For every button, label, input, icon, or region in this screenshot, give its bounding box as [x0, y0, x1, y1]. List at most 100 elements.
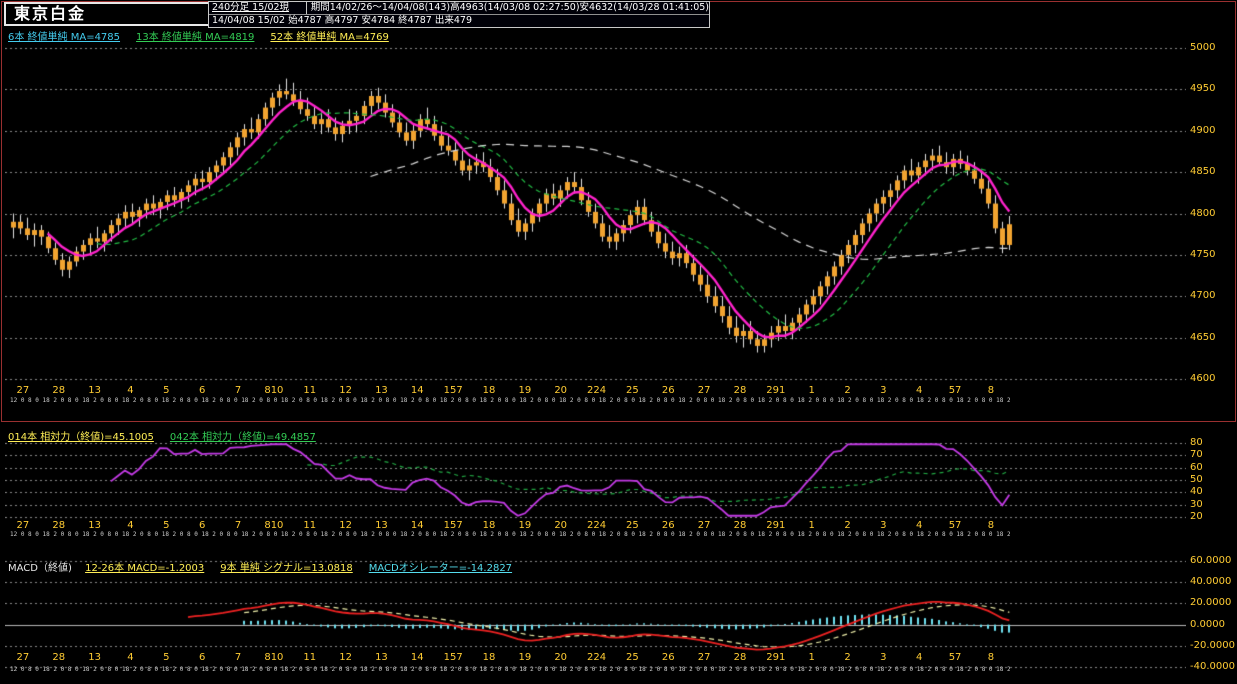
rsi-axis-label: 30 — [1190, 498, 1203, 510]
x-axis-label: 57 — [948, 520, 962, 531]
x-axis-label: 5 — [163, 520, 170, 531]
x-axis-label: 1 — [808, 520, 815, 531]
x-axis-label: 2 — [844, 385, 851, 396]
x-axis-label: 6 — [198, 520, 206, 531]
trading-chart-window: 東京白金 240分足 15/02現 期間14/02/26～14/04/08(14… — [0, 0, 1237, 684]
x-axis-label: 4 — [916, 385, 923, 396]
x-axis-label: 291 — [766, 520, 786, 531]
x-axis-label: 8 — [987, 520, 995, 531]
x-axis-label: 25 — [626, 385, 639, 396]
price-axis-label: 4600 — [1190, 373, 1216, 384]
price-axis-label: 4900 — [1190, 124, 1216, 136]
ma-legend: 6本 終値単純 MA=4785 13本 終値単純 MA=4819 52本 終値単純 … — [8, 28, 405, 43]
macd-header: MACD（終値) 12-26本 MACD=-1.2003 9本 単純 シグナル=1… — [8, 559, 528, 574]
rsi-axis-label: 80 — [1190, 437, 1203, 448]
x-axis-label: 26 — [661, 520, 675, 531]
legend-item: 014本 相対力（終値)=45.1005 — [8, 432, 154, 443]
x-axis-label: 13 — [375, 520, 388, 531]
rsi-canvas[interactable] — [5, 440, 1186, 520]
x-axis-label: 20 — [554, 520, 568, 531]
ohlc-quote-line: 14/04/08 15/02 始4787 高4797 安4784 終4787 出… — [209, 14, 709, 27]
x-axis-label: 20 — [554, 385, 568, 396]
legend-item: 9本 単純 シグナル=13.0818 — [220, 563, 353, 574]
price-axis-label: 4850 — [1190, 166, 1216, 178]
x-axis-label: 224 — [587, 520, 607, 531]
x-axis-label: 28 — [733, 385, 747, 396]
macd-title: MACD（終値) — [8, 563, 72, 574]
legend-item: 12-26本 MACD=-1.2003 — [85, 563, 205, 574]
rsi-axis-label: 50 — [1190, 474, 1203, 485]
price-axis-label: 4700 — [1190, 290, 1216, 302]
x-axis-label: 26 — [661, 385, 675, 396]
x-axis-label: 25 — [626, 520, 639, 531]
x-axis-label: 8 — [987, 385, 995, 396]
period-range-label: 期間14/02/26～14/04/08(143)高4963(14/03/08 0… — [310, 2, 709, 13]
legend-item: MACDオシレーター=-14.2827 — [368, 563, 513, 574]
x-axis-label: 12 — [339, 385, 352, 396]
instrument-title: 東京白金 — [4, 2, 212, 26]
rsi-axis-label: 20 — [1190, 511, 1203, 522]
candlestick-canvas[interactable] — [5, 44, 1186, 385]
macd-axis-label: 60.0000 — [1190, 555, 1232, 566]
x-axis-label: 12 — [339, 520, 352, 531]
x-axis-label: 157 — [443, 385, 463, 396]
x-axis-label: 27 — [697, 385, 711, 396]
x-axis-label: 810 — [264, 520, 284, 531]
x-axis-label: 18 — [482, 520, 496, 531]
x-axis-label: 4 — [127, 520, 134, 531]
legend-item: 042本 相対力（終値)=49.4857 — [169, 432, 316, 443]
x-axis-label: 5 — [163, 385, 170, 396]
x-axis-label: 13 — [88, 520, 101, 531]
x-axis-label: 157 — [443, 520, 463, 531]
x-axis-label: 2 — [844, 520, 851, 531]
macd-axis-label: 20.0000 — [1190, 597, 1232, 609]
info-row-period: 240分足 15/02現 期間14/02/26～14/04/08(143)高49… — [209, 2, 709, 14]
x-axis-label: 3 — [880, 520, 887, 531]
x-axis-label: 11 — [303, 385, 317, 396]
x-axis-label: 27 — [16, 520, 30, 531]
x-axis-label: 28 — [52, 385, 66, 396]
x-axis-label: 27 — [697, 520, 711, 531]
x-axis-label: 57 — [948, 385, 962, 396]
x-axis-label: 291 — [766, 385, 786, 396]
macd-axis-label: 0.0000 — [1190, 618, 1225, 630]
hour-axis-row: 12 0 8 0 18 2 0 8 0 18 2 0 8 0 18 2 0 8 … — [10, 531, 1010, 538]
x-axis-label: 28 — [733, 520, 747, 531]
x-axis-label: 4 — [916, 520, 923, 531]
macd-axis-label: -40.0000 — [1190, 661, 1235, 672]
timeframe-label: 240分足 15/02現 — [209, 2, 307, 14]
quote-info-box: 240分足 15/02現 期間14/02/26～14/04/08(143)高49… — [208, 1, 710, 28]
x-axis-label: 3 — [880, 385, 887, 396]
x-axis-label: 810 — [264, 385, 284, 396]
rsi-axis-label: 60 — [1190, 461, 1203, 473]
x-axis-label: 7 — [234, 385, 242, 396]
x-axis-label: 11 — [303, 520, 317, 531]
hour-axis-row: 12 0 8 0 18 2 0 8 0 18 2 0 8 0 18 2 0 8 … — [10, 397, 1010, 404]
macd-axis-label: -20.0000 — [1190, 639, 1235, 651]
rsi-header: 014本 相対力（終値)=45.1005 042本 相対力（終値)=49.4857 — [8, 428, 332, 443]
x-axis-label: 14 — [410, 385, 424, 396]
x-axis-label: 13 — [375, 385, 388, 396]
legend-item: 13本 終値単純 MA=4819 — [136, 32, 255, 43]
x-axis-label: 19 — [518, 520, 532, 531]
rsi-axis-label: 70 — [1190, 449, 1203, 461]
macd-axis-label: 40.0000 — [1190, 576, 1232, 588]
price-axis-label: 4750 — [1190, 248, 1216, 260]
x-axis-label: 4 — [127, 385, 134, 396]
x-axis-label: 19 — [518, 385, 532, 396]
price-axis-label: 4650 — [1190, 331, 1216, 343]
legend-item: 52本 終値単純 MA=4769 — [270, 32, 389, 43]
x-axis-label: 1 — [808, 385, 815, 396]
rsi-axis-label: 40 — [1190, 486, 1203, 498]
x-axis-label: 7 — [234, 520, 242, 531]
x-axis-label: 13 — [88, 385, 101, 396]
x-axis-label: 27 — [16, 385, 30, 396]
legend-item: 6本 終値単純 MA=4785 — [8, 32, 121, 43]
x-axis-label: 224 — [587, 385, 607, 396]
price-axis-label: 4800 — [1190, 207, 1216, 219]
price-axis-label: 4950 — [1190, 83, 1216, 95]
x-axis-label: 28 — [52, 520, 66, 531]
x-axis-label: 18 — [482, 385, 496, 396]
x-axis-label: 6 — [198, 385, 206, 396]
price-axis-label: 5000 — [1190, 42, 1216, 53]
